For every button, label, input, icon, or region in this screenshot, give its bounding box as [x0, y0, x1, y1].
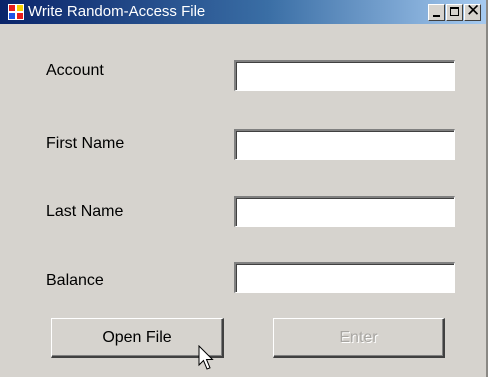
minimize-icon: [433, 15, 440, 17]
window-title: Write Random-Access File: [28, 3, 206, 20]
close-icon: ✕: [466, 1, 481, 21]
enter-button[interactable]: Enter: [273, 318, 445, 358]
first-name-label: First Name: [46, 135, 125, 152]
application-icon[interactable]: [8, 4, 24, 20]
balance-label: Balance: [46, 272, 104, 289]
maximize-button[interactable]: [446, 4, 463, 21]
last-name-label: Last Name: [46, 203, 124, 220]
title-bar[interactable]: Write Random-Access File ✕: [0, 0, 486, 24]
balance-field[interactable]: [234, 262, 455, 293]
app-window: Write Random-Access File ✕ Account First…: [0, 0, 488, 377]
account-label: Account: [46, 62, 104, 79]
last-name-field[interactable]: [234, 196, 455, 227]
first-name-field[interactable]: [234, 129, 455, 160]
mouse-pointer-icon: [198, 345, 214, 370]
minimize-button[interactable]: [428, 4, 445, 21]
account-field[interactable]: [234, 60, 455, 91]
close-button[interactable]: ✕: [464, 1, 481, 21]
maximize-icon: [450, 7, 459, 16]
